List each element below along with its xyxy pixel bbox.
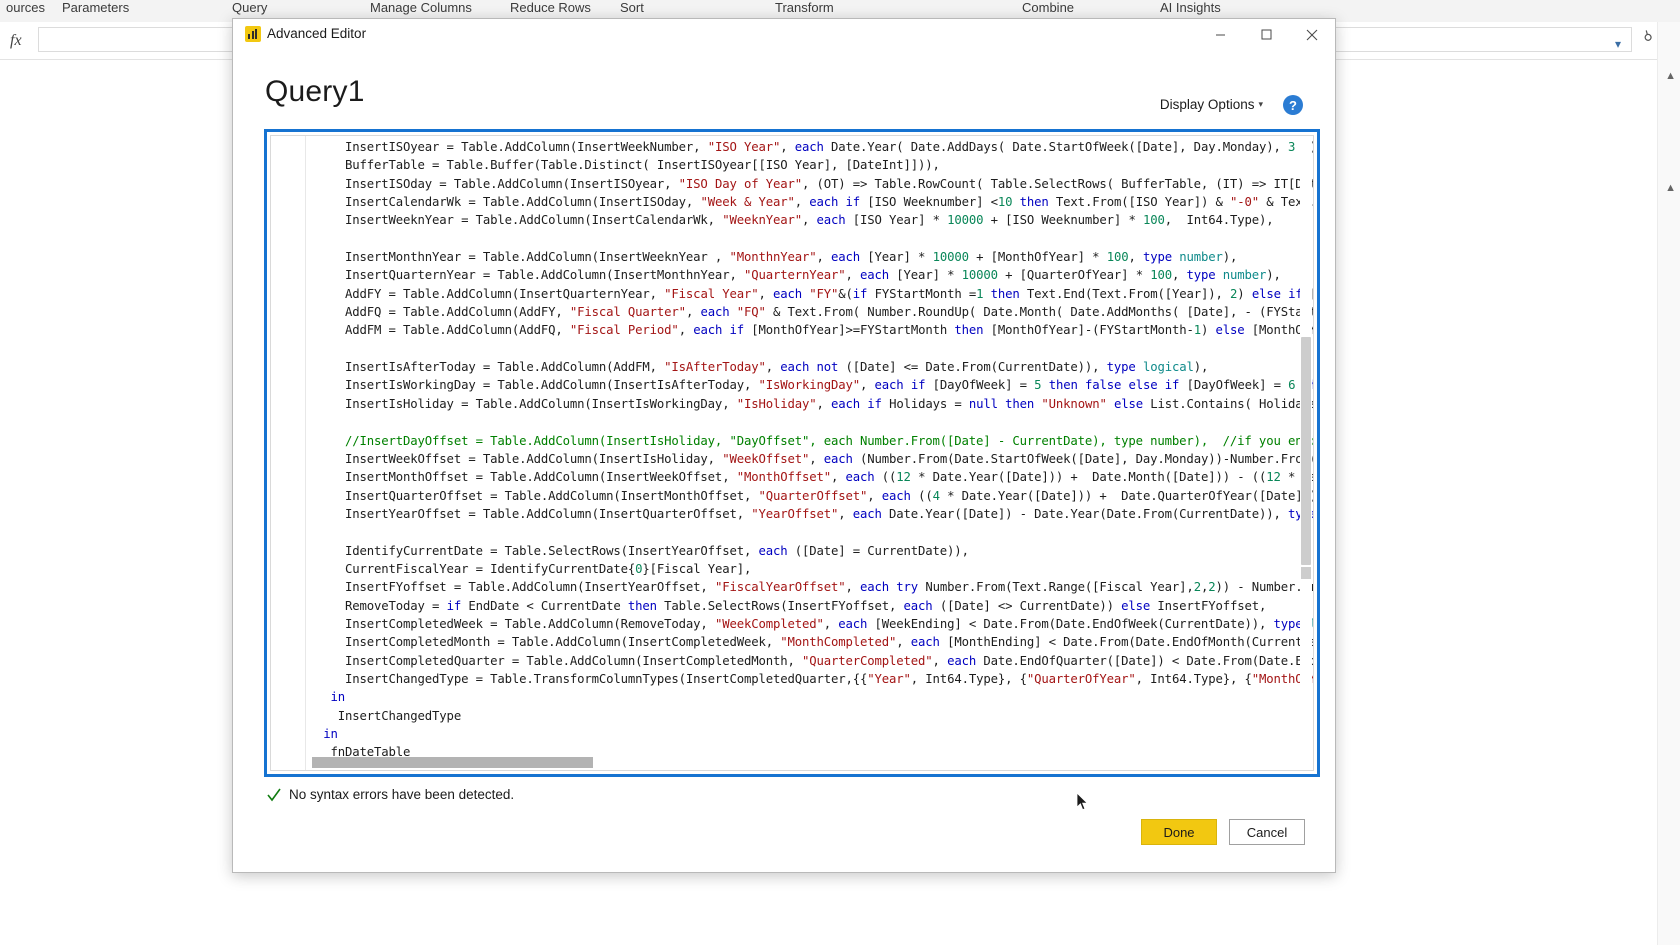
code-line: InsertIsWorkingDay = Table.AddColumn(Ins…	[316, 378, 1313, 393]
code-text[interactable]: InsertISOyear = Table.AddColumn(InsertWe…	[316, 138, 1313, 762]
maximize-button[interactable]	[1243, 19, 1289, 50]
help-icon[interactable]: ?	[1283, 95, 1303, 115]
code-line: InsertCalendarWk = Table.AddColumn(Inser…	[316, 195, 1313, 210]
dialog-titlebar: Advanced Editor	[233, 19, 1335, 50]
cancel-button[interactable]: Cancel	[1229, 819, 1305, 845]
code-editor-surface[interactable]: InsertISOyear = Table.AddColumn(InsertWe…	[270, 135, 1314, 771]
code-line: InsertISOday = Table.AddColumn(InsertISO…	[316, 176, 1313, 191]
code-line: InsertWeeknYear = Table.AddColumn(Insert…	[316, 213, 1274, 228]
fx-icon: fx	[10, 32, 22, 49]
code-line: BufferTable = Table.Buffer(Table.Distinc…	[316, 158, 940, 173]
ribbon-group-ai-insights[interactable]: AI Insights	[1160, 0, 1221, 15]
code-line: InsertCompletedQuarter = Table.AddColumn…	[316, 653, 1313, 668]
display-options-menu[interactable]: Display Options ▾	[1160, 97, 1263, 112]
code-line: in	[323, 727, 338, 741]
code-line: InsertCompletedWeek = Table.AddColumn(Re…	[316, 616, 1313, 631]
horizontal-scroll-thumb[interactable]	[312, 757, 593, 768]
minimize-button[interactable]	[1197, 19, 1243, 50]
dialog-title: Advanced Editor	[267, 26, 367, 41]
editor-horizontal-scrollbar[interactable]	[306, 756, 1300, 769]
editor-vertical-scrollbar[interactable]	[1300, 137, 1312, 756]
display-options-label: Display Options	[1159, 97, 1255, 112]
ribbon-group-transform[interactable]: Transform	[775, 0, 834, 15]
dialog-footer: Done Cancel	[1141, 819, 1305, 845]
close-button[interactable]	[1289, 19, 1335, 50]
code-scroll-area[interactable]: InsertISOyear = Table.AddColumn(InsertWe…	[306, 136, 1313, 770]
right-rail: ▲ ▲	[1657, 22, 1680, 945]
advanced-editor-dialog: Advanced Editor Query1 Display Options ▾ …	[232, 18, 1336, 873]
caret-up-icon-1[interactable]: ▲	[1665, 70, 1676, 82]
code-line: InsertFYoffset = Table.AddColumn(InsertY…	[316, 580, 1313, 595]
vertical-scroll-thumb-secondary[interactable]	[1301, 567, 1311, 579]
code-line: InsertMonthOffset = Table.AddColumn(Inse…	[316, 470, 1313, 485]
ribbon-group-sources[interactable]: ources	[6, 0, 45, 15]
ribbon-group-query[interactable]: Query	[232, 0, 267, 15]
code-line: InsertCompletedMonth = Table.AddColumn(I…	[316, 635, 1313, 650]
code-line: InsertQuarternYear = Table.AddColumn(Ins…	[316, 268, 1281, 283]
power-bi-icon	[245, 26, 261, 42]
code-editor[interactable]: InsertISOyear = Table.AddColumn(InsertWe…	[264, 129, 1320, 777]
code-line: CurrentFiscalYear = IdentifyCurrentDate{…	[316, 561, 752, 576]
done-button[interactable]: Done	[1141, 819, 1217, 845]
code-line: InsertIsAfterToday = Table.AddColumn(Add…	[316, 360, 1209, 375]
code-line: InsertMonthnYear = Table.AddColumn(Inser…	[316, 250, 1238, 265]
code-line: AddFQ = Table.AddColumn(AddFY, "Fiscal Q…	[316, 305, 1313, 320]
code-line: InsertISOyear = Table.AddColumn(InsertWe…	[316, 140, 1313, 154]
status-bar: No syntax errors have been detected.	[267, 787, 514, 802]
code-line: InsertQuarterOffset = Table.AddColumn(In…	[316, 488, 1313, 503]
editor-gutter	[271, 136, 306, 770]
code-line: AddFM = Table.AddColumn(AddFQ, "Fiscal P…	[316, 323, 1313, 338]
code-line: AddFY = Table.AddColumn(InsertQuarternYe…	[316, 286, 1313, 301]
code-line: InsertChangedType	[316, 708, 462, 723]
screen: ources Parameters Query Manage Columns R…	[0, 0, 1680, 945]
chevron-down-icon[interactable]: ▾	[1615, 37, 1621, 51]
vertical-scroll-thumb[interactable]	[1301, 337, 1311, 565]
chevron-down-icon: ▾	[1258, 99, 1263, 109]
caret-up-icon-2[interactable]: ▲	[1665, 182, 1676, 194]
code-line: RemoveToday = if EndDate < CurrentDate t…	[316, 598, 1267, 613]
code-line: InsertChangedType = Table.TransformColum…	[316, 671, 1313, 686]
ribbon-group-manage-columns[interactable]: Manage Columns	[370, 0, 472, 15]
ribbon-group-reduce-rows[interactable]: Reduce Rows	[510, 0, 591, 15]
code-line: InsertWeekOffset = Table.AddColumn(Inser…	[316, 451, 1313, 466]
code-line: InsertYearOffset = Table.AddColumn(Inser…	[316, 506, 1313, 521]
ribbon-group-combine[interactable]: Combine	[1022, 0, 1074, 15]
page-title: Query1	[265, 75, 365, 108]
code-line: //InsertDayOffset = Table.AddColumn(Inse…	[316, 433, 1313, 448]
code-line: InsertIsHoliday = Table.AddColumn(Insert…	[316, 396, 1313, 411]
ribbon-group-parameters[interactable]: Parameters	[62, 0, 129, 15]
checkmark-icon	[267, 788, 281, 802]
code-line: in	[330, 690, 346, 705]
ribbon-group-sort[interactable]: Sort	[620, 0, 644, 15]
status-message: No syntax errors have been detected.	[289, 787, 515, 802]
code-line: IdentifyCurrentDate = Table.SelectRows(I…	[316, 543, 969, 558]
